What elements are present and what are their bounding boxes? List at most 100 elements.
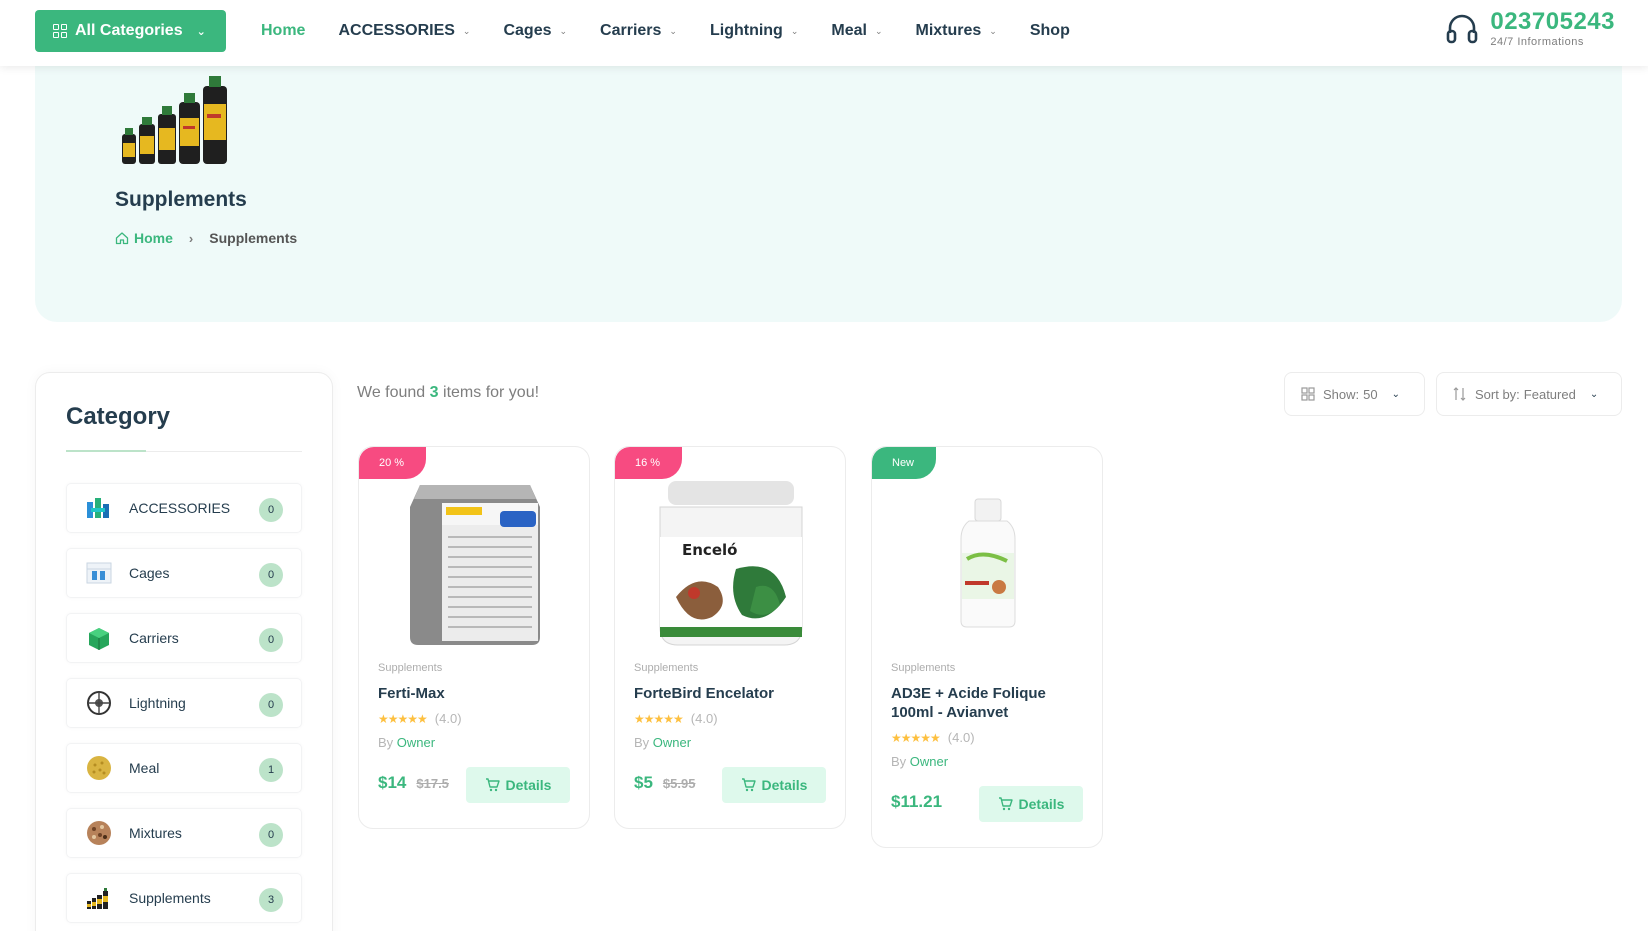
vendor-prefix: By [891, 754, 907, 769]
sort-by-select[interactable]: Sort by: Featured ⌄ [1436, 372, 1622, 416]
phone-subtitle: 24/7 Informations [1490, 36, 1584, 48]
product-name[interactable]: Ferti-Max [378, 684, 574, 703]
nav-cages-label: Cages [503, 22, 552, 39]
sort-value: Featured [1523, 386, 1576, 402]
nav-meal-label: Meal [831, 22, 867, 39]
product-card[interactable]: New Supplements AD3E + Acide Folique 100… [871, 446, 1103, 848]
nav-accessories[interactable]: ACCESSORIES ⌄ [338, 22, 470, 40]
details-button[interactable]: Details [722, 767, 826, 803]
details-label: Details [761, 777, 808, 793]
old-price: $17.5 [416, 776, 449, 791]
star-rating-icon: ★★★★★ [378, 711, 428, 726]
category-item-meal[interactable]: Meal 1 [66, 743, 302, 793]
category-item-supplements[interactable]: Supplements 3 [66, 873, 302, 923]
phone-contact[interactable]: 023705243 24/7 Informations [1444, 10, 1615, 48]
category-label: Carriers [129, 630, 179, 646]
product-image-ad3e-acide-folique[interactable] [892, 477, 1084, 649]
product-image-fortebird-encelator[interactable]: Enceló [635, 477, 827, 649]
category-label: Cages [129, 565, 170, 581]
nav-carriers[interactable]: Carriers ⌄ [600, 22, 677, 40]
category-item-mixtures[interactable]: Mixtures 0 [66, 808, 302, 858]
headphones-icon [1447, 14, 1478, 44]
nav-cages[interactable]: Cages ⌄ [503, 22, 567, 40]
rating-value: (4.0) [690, 711, 718, 726]
breadcrumb-separator: › [188, 230, 194, 246]
nav-meal[interactable]: Meal ⌄ [831, 22, 882, 40]
vendor-link[interactable]: Owner [397, 735, 435, 750]
product-name[interactable]: ForteBird Encelator [634, 684, 830, 703]
chevron-down-icon: ⌄ [790, 25, 799, 36]
details-button[interactable]: Details [466, 767, 570, 803]
carriers-icon [85, 624, 113, 652]
current-price: $5 [634, 773, 653, 792]
vendor-prefix: By [378, 735, 394, 750]
cart-icon [741, 778, 756, 792]
details-label: Details [505, 777, 552, 793]
product-card[interactable]: 20 % Supplements Ferti-Max ★★★★★ (4.0) B… [358, 446, 590, 829]
accessories-icon [85, 494, 113, 522]
discount-badge: 20 % [359, 447, 427, 479]
supplements-icon [85, 884, 113, 912]
nav-shop[interactable]: Shop [1030, 22, 1070, 40]
nav-shop-label: Shop [1029, 22, 1070, 39]
category-count: 0 [259, 498, 283, 522]
chevron-down-icon: ⌄ [196, 25, 206, 38]
category-item-cages[interactable]: Cages 0 [66, 548, 302, 598]
mixtures-icon [85, 819, 113, 847]
chevron-down-icon: ⌄ [669, 25, 677, 36]
nav-home-label: Home [261, 22, 306, 39]
nav-mixtures[interactable]: Mixtures ⌄ [916, 22, 997, 40]
breadcrumb-home[interactable]: Home [115, 230, 173, 246]
current-price: $11.21 [891, 792, 943, 811]
product-image-ferti-max[interactable] [379, 477, 571, 649]
rating-value: (4.0) [434, 711, 462, 726]
old-price: $5.95 [662, 776, 696, 791]
breadcrumb-home-label: Home [134, 230, 173, 246]
nav-home[interactable]: Home [261, 22, 305, 40]
chevron-down-icon: ⌄ [989, 25, 997, 36]
all-categories-button[interactable]: All Categories ⌄ [35, 10, 226, 52]
supplements-bottles-image [122, 76, 227, 164]
product-category: Supplements [634, 662, 699, 674]
vendor-link[interactable]: Owner [653, 735, 691, 750]
category-item-accessories[interactable]: ACCESSORIES 0 [66, 483, 302, 533]
page-title: Supplements [115, 188, 247, 211]
category-item-lightning[interactable]: Lightning 0 [66, 678, 302, 728]
product-price: $11.21 [891, 792, 942, 812]
nav-lightning[interactable]: Lightning ⌄ [710, 22, 798, 40]
category-count: 0 [259, 823, 283, 847]
nav-carriers-label: Carriers [600, 22, 662, 39]
phone-number: 023705243 [1490, 8, 1615, 35]
new-badge: New [872, 447, 937, 479]
results-count: 3 [429, 384, 439, 401]
product-name[interactable]: AD3E + Acide Folique 100ml - Avianvet [891, 684, 1087, 722]
site-header: All Categories ⌄ Home ACCESSORIES ⌄ Cages… [0, 0, 1648, 66]
current-price: $14 [378, 773, 407, 792]
vendor-link[interactable]: Owner [910, 754, 948, 769]
chevron-down-icon: ⌄ [1589, 388, 1599, 400]
discount-badge: 16 % [615, 447, 683, 479]
home-icon [115, 232, 129, 245]
breadcrumb-current: Supplements [209, 230, 298, 246]
product-price: $14 $17.5 [378, 773, 449, 793]
details-button[interactable]: Details [979, 786, 1083, 822]
category-count: 1 [259, 758, 283, 782]
results-suffix: items for you! [443, 384, 540, 401]
rating-value: (4.0) [947, 730, 975, 745]
main-nav: Home ACCESSORIES ⌄ Cages ⌄ Carriers ⌄ Light… [261, 0, 1103, 62]
nav-mixtures-label: Mixtures [915, 22, 982, 39]
cart-icon [998, 797, 1013, 811]
all-categories-label: All Categories [75, 22, 183, 39]
nav-accessories-label: ACCESSORIES [338, 22, 455, 39]
product-vendor: By Owner [634, 735, 691, 750]
product-card[interactable]: 16 % Enceló Supplements ForteBird Encela… [614, 446, 846, 829]
nav-lightning-label: Lightning [709, 22, 783, 39]
sidebar-title-underline [66, 450, 302, 452]
category-item-carriers[interactable]: Carriers 0 [66, 613, 302, 663]
category-count: 0 [259, 628, 283, 652]
cages-icon [85, 559, 113, 587]
show-per-page-select[interactable]: Show: 50 ⌄ [1284, 372, 1425, 416]
product-vendor: By Owner [891, 754, 948, 769]
meal-icon [85, 754, 113, 782]
chevron-down-icon: ⌄ [462, 25, 471, 36]
